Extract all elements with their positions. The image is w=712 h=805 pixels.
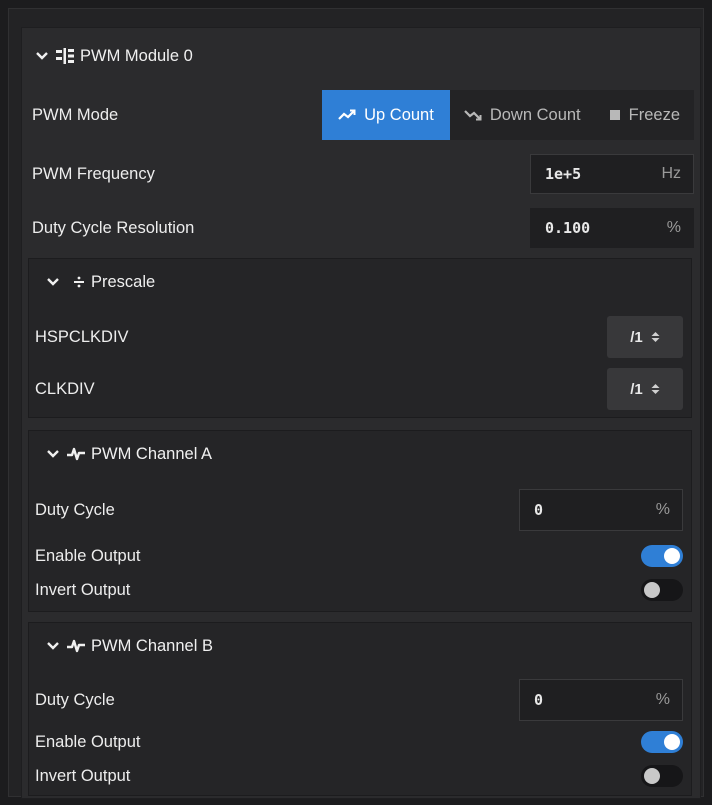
prescale-title: Prescale (91, 272, 156, 291)
duty-resolution-label: Duty Cycle Resolution (32, 218, 195, 237)
up-down-caret-icon (651, 331, 660, 343)
mode-freeze-button[interactable]: Freeze (595, 90, 694, 140)
channel-a-enable-row: Enable Output (29, 541, 691, 571)
channel-a-invert-label: Invert Output (35, 580, 131, 599)
pwm-frequency-row: PWM Frequency 1e+5 Hz (22, 152, 700, 196)
mode-down-count-button[interactable]: Down Count (450, 90, 595, 140)
channel-b-enable-label: Enable Output (35, 732, 141, 751)
module-icon (56, 48, 74, 64)
channel-a-invert-row: Invert Output (29, 575, 691, 605)
clkdiv-row: CLKDIV /1 (29, 365, 691, 413)
duty-resolution-unit: % (666, 219, 681, 236)
pwm-module-title: PWM Module 0 (80, 46, 193, 65)
hspclkdiv-label: HSPCLKDIV (35, 327, 129, 346)
channel-b-section: PWM Channel B Duty Cycle 0 % Enable Outp… (28, 622, 692, 796)
hspclkdiv-select[interactable]: /1 (607, 316, 683, 358)
channel-a-title: PWM Channel A (91, 444, 213, 463)
hspclkdiv-row: HSPCLKDIV /1 (29, 313, 691, 361)
trend-up-icon (338, 109, 356, 120)
pwm-frequency-unit: Hz (661, 165, 681, 182)
channel-a-duty-row: Duty Cycle 0 % (29, 487, 691, 533)
channel-a-enable-label: Enable Output (35, 546, 141, 565)
pwm-module-panel: PWM Module 0 PWM Mode Up Count Down Coun… (21, 27, 701, 799)
mode-up-count-label: Up Count (364, 105, 434, 124)
channel-a-header[interactable]: PWM Channel A (29, 431, 691, 477)
clkdiv-select[interactable]: /1 (607, 368, 683, 410)
channel-a-enable-toggle[interactable] (641, 545, 683, 567)
prescale-header[interactable]: Prescale (29, 259, 691, 305)
channel-b-invert-row: Invert Output (29, 761, 691, 791)
chevron-down-icon[interactable] (32, 51, 52, 61)
duty-resolution-row: Duty Cycle Resolution 0.100 % (22, 206, 700, 250)
pwm-frequency-label: PWM Frequency (32, 164, 155, 183)
channel-b-duty-unit: % (655, 691, 670, 708)
channel-b-title: PWM Channel B (91, 636, 213, 655)
mode-freeze-label: Freeze (628, 105, 680, 124)
pulse-icon (67, 639, 85, 653)
channel-b-duty-row: Duty Cycle 0 % (29, 677, 691, 723)
pwm-mode-label: PWM Mode (32, 105, 119, 124)
channel-a-invert-toggle[interactable] (641, 579, 683, 601)
clkdiv-label: CLKDIV (35, 379, 95, 398)
channel-a-duty-unit: % (655, 501, 670, 518)
mode-down-count-label: Down Count (489, 105, 581, 124)
up-down-caret-icon (651, 383, 660, 395)
toggle-knob (664, 734, 680, 750)
duty-resolution-readout: 0.100 % (530, 208, 694, 248)
clkdiv-value: /1 (630, 380, 643, 398)
pwm-mode-segmented: Up Count Down Count Freeze (322, 90, 694, 140)
channel-b-invert-label: Invert Output (35, 766, 131, 785)
chevron-down-icon[interactable] (43, 641, 63, 651)
pwm-frequency-input[interactable]: 1e+5 Hz (530, 154, 694, 194)
channel-a-section: PWM Channel A Duty Cycle 0 % Enable Outp… (28, 430, 692, 612)
channel-b-duty-input[interactable]: 0 % (519, 679, 683, 721)
channel-a-duty-label: Duty Cycle (35, 500, 115, 519)
channel-b-header[interactable]: PWM Channel B (29, 623, 691, 669)
duty-resolution-value: 0.100 (545, 219, 591, 237)
channel-b-duty-value: 0 (534, 691, 544, 709)
toggle-knob (664, 548, 680, 564)
stop-square-icon (609, 110, 620, 120)
channel-a-duty-value: 0 (534, 501, 544, 519)
hspclkdiv-value: /1 (630, 328, 643, 346)
channel-a-duty-input[interactable]: 0 % (519, 489, 683, 531)
channel-b-duty-label: Duty Cycle (35, 690, 115, 709)
pwm-frequency-value: 1e+5 (545, 165, 582, 183)
chevron-down-icon[interactable] (43, 277, 63, 287)
trend-down-icon (464, 110, 482, 121)
channel-b-enable-row: Enable Output (29, 727, 691, 757)
divide-icon (73, 276, 85, 288)
settings-panel: PWM Module 0 PWM Mode Up Count Down Coun… (8, 8, 704, 799)
chevron-down-icon[interactable] (43, 449, 63, 459)
mode-up-count-button[interactable]: Up Count (322, 90, 450, 140)
toggle-knob (644, 768, 660, 784)
toggle-knob (644, 582, 660, 598)
pulse-icon (67, 447, 85, 461)
pwm-mode-row: PWM Mode Up Count Down Count Freeze (22, 90, 700, 140)
pwm-module-header[interactable]: PWM Module 0 (22, 28, 700, 84)
channel-b-enable-toggle[interactable] (641, 731, 683, 753)
prescale-section: Prescale HSPCLKDIV /1 CLKDIV /1 (28, 258, 692, 418)
channel-b-invert-toggle[interactable] (641, 765, 683, 787)
